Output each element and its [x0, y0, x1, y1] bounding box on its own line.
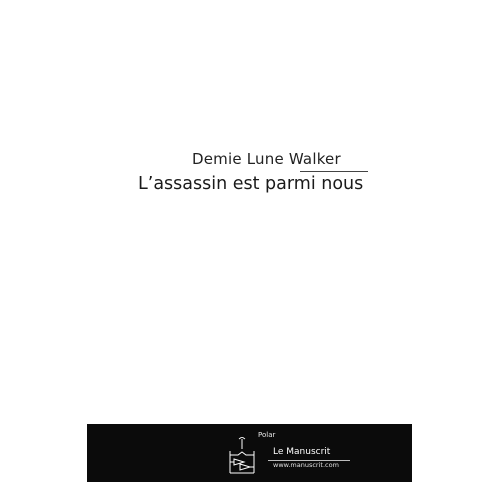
publisher-name: Le Manuscrit: [273, 447, 331, 457]
genre-label: Polar: [258, 431, 276, 439]
author-divider: [300, 171, 368, 172]
publisher-logo-icon: [229, 437, 255, 474]
publisher-website: www.manuscrit.com: [273, 461, 339, 469]
book-title: L’assassin est parmi nous: [138, 174, 364, 194]
book-cover: Demie Lune Walker L’assassin est parmi n…: [0, 0, 500, 500]
author-name: Demie Lune Walker: [192, 150, 341, 168]
